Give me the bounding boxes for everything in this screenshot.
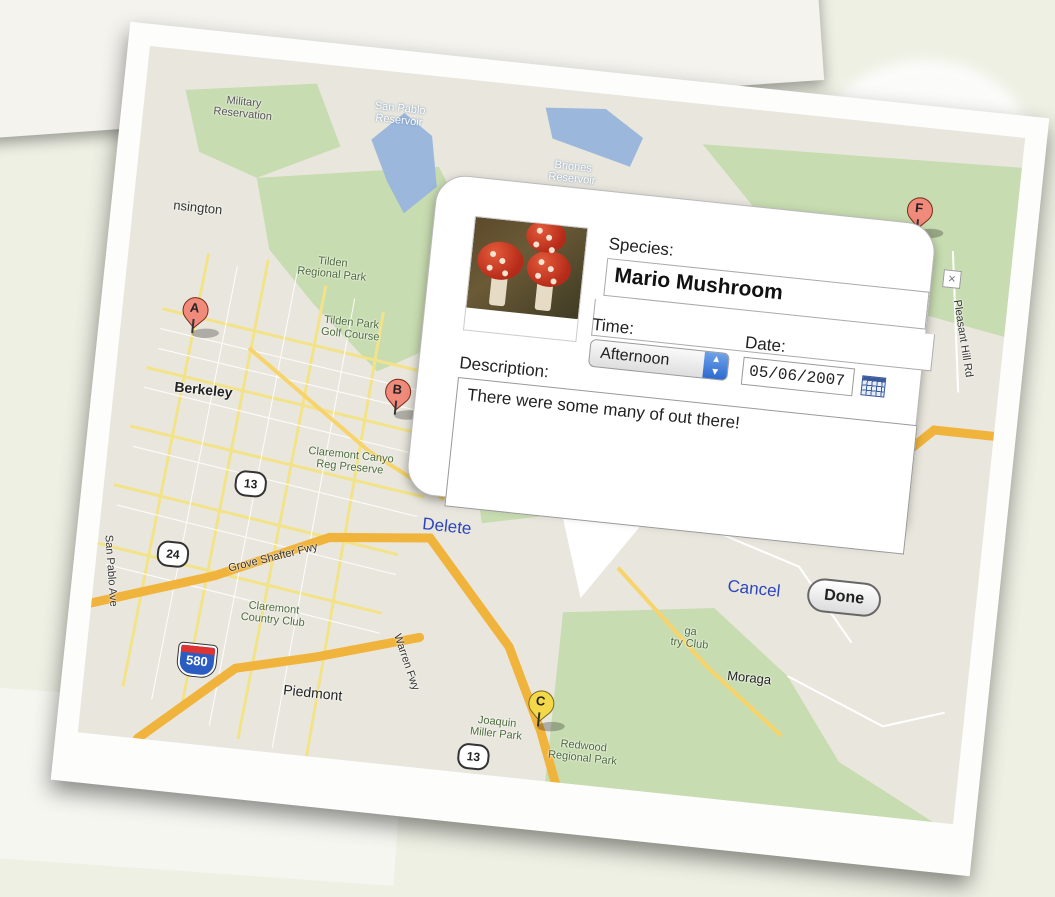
map-view[interactable]: Military Reservation San Pablo Reservoir… (77, 45, 1026, 825)
label-briones-reservoir: Briones Reservoir (547, 158, 596, 188)
marker-letter: F (914, 199, 924, 216)
highway-13-shield: 13 (233, 469, 268, 499)
date-label: Date: (744, 332, 787, 357)
label-san-pablo-reservoir: San Pablo Reservoir (374, 99, 427, 129)
select-arrows-icon: ▲ ▼ (702, 351, 729, 381)
label-country-club: ga try Club (669, 625, 709, 652)
date-input[interactable]: 05/06/2007 (740, 356, 856, 397)
info-window: Species: × Mario Mushroom Time: Afternoo… (404, 172, 962, 619)
highway-13-shield-south: 13 (456, 742, 491, 772)
mushroom-cap (524, 218, 568, 255)
interstate-580-number: 580 (185, 652, 209, 670)
calendar-icon[interactable] (860, 375, 887, 398)
time-label: Time: (591, 314, 635, 339)
map-marker-c[interactable]: C (523, 685, 569, 733)
mushroom-cap (525, 248, 573, 290)
interstate-580-shield: 580 (176, 642, 218, 679)
marker-letter: C (535, 692, 547, 709)
mushroom-photo (465, 215, 589, 322)
map-photo-frame: Military Reservation San Pablo Reservoir… (50, 21, 1050, 877)
species-label: Species: (607, 234, 675, 260)
mushroom-cap (475, 239, 526, 283)
time-select-value: Afternoon (599, 344, 671, 369)
map-marker-a[interactable]: A (177, 291, 223, 340)
close-icon[interactable]: × (942, 269, 962, 289)
map-marker-b[interactable]: B (379, 373, 426, 421)
highway-24-shield: 24 (155, 539, 191, 569)
marker-letter: B (391, 381, 403, 398)
marker-letter: A (189, 299, 201, 316)
